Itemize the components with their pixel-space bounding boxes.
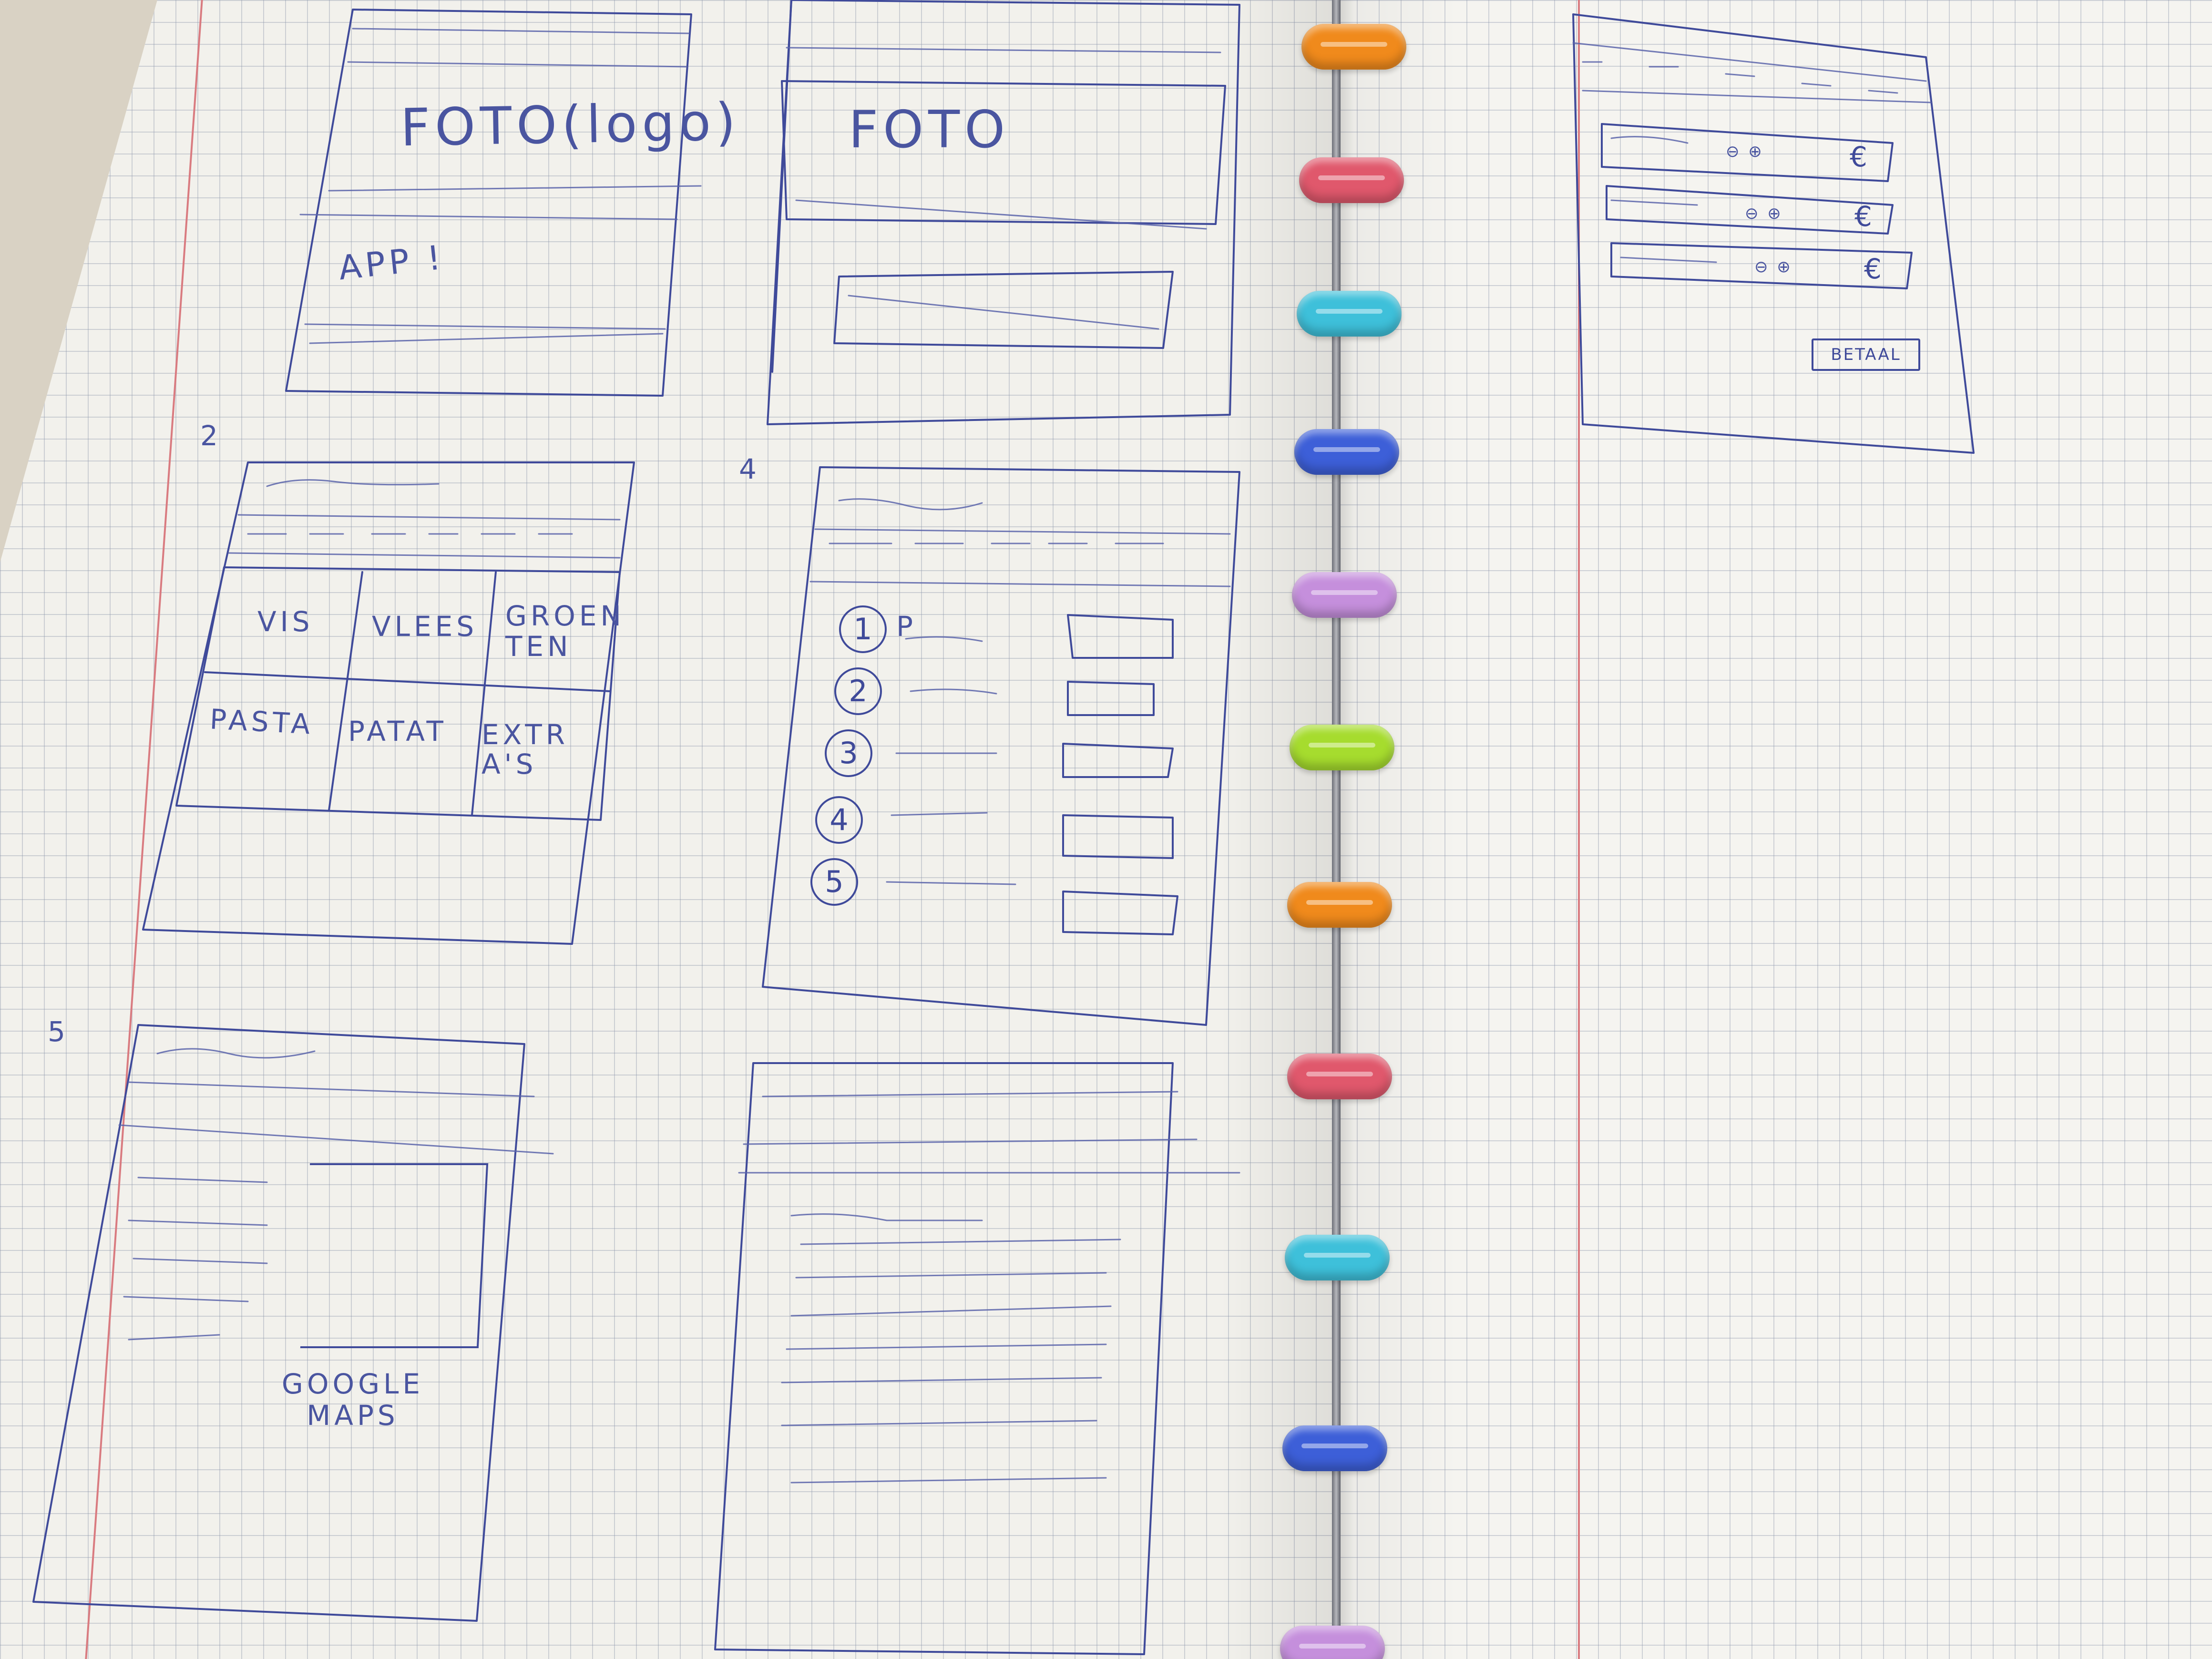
grid-cell-fries: PATAT — [348, 715, 447, 748]
sketch-screen-3-frame — [767, 0, 1240, 425]
list-item-number: 5 — [810, 858, 858, 906]
price-euro: € — [1854, 200, 1872, 233]
pay-button: BETAAL — [1812, 338, 1920, 371]
list-item-label: P — [896, 610, 917, 643]
list-item-number: 1 — [839, 605, 887, 653]
price-euro: € — [1850, 141, 1867, 173]
sketch-5-number: 5 — [48, 1015, 69, 1048]
grid-cell-pasta: PASTA — [209, 703, 315, 741]
google-maps-label: GOOGLE MAPS — [281, 1368, 424, 1432]
sketch-3-photo-label: FOTO — [849, 100, 1010, 160]
grid-cell-meat: VLEES — [372, 610, 478, 643]
sketch-4-number: 4 — [739, 453, 760, 485]
price-euro: € — [1864, 253, 1882, 285]
map-placeholder-box — [300, 1163, 489, 1348]
grid-cell-fish: VIS — [257, 605, 314, 638]
quantity-stepper: ⊖ ⊕ — [1754, 257, 1792, 276]
sketch-2-number: 2 — [200, 420, 222, 452]
list-item-number: 2 — [834, 667, 882, 715]
notebook-photo: FOTO(logo) APP ! FOTO 2 VIS VLEES GROEN … — [0, 0, 2212, 1659]
sketch-screen-1-frame — [285, 9, 702, 397]
sketch-screen-cart-frame — [1572, 13, 1975, 454]
quantity-stepper: ⊖ ⊕ — [1726, 142, 1764, 161]
quantity-stepper: ⊖ ⊕ — [1745, 204, 1783, 223]
list-item-number: 3 — [825, 729, 872, 777]
grid-cell-vegetables: GROEN TEN — [505, 600, 625, 663]
list-item-number: 4 — [815, 796, 863, 844]
sketch-1-photo-logo-label: FOTO(logo) — [399, 92, 741, 158]
sketch-screen-6-frame — [714, 1062, 1240, 1655]
grid-cell-extras: EXTR A'S — [481, 718, 569, 780]
